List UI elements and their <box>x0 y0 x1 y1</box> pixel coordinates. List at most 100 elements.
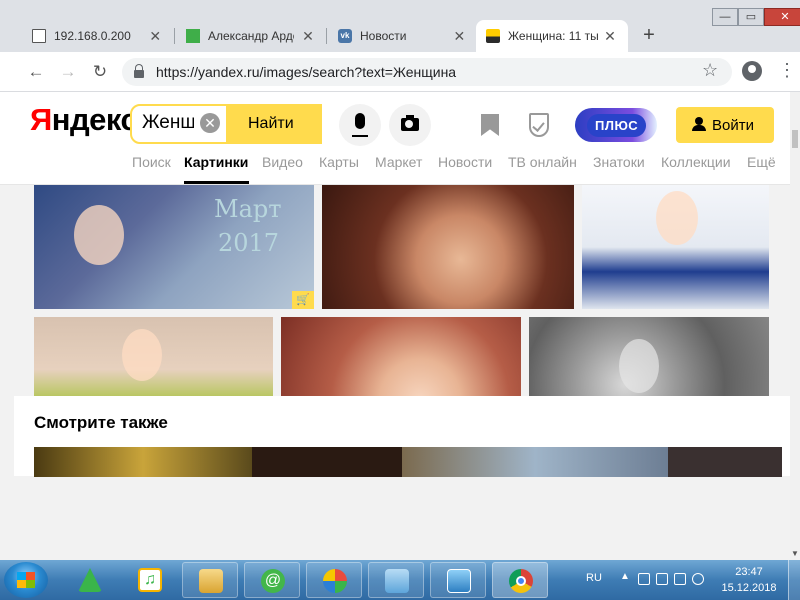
tab-person[interactable]: Александр Ардо ✕ <box>176 20 326 52</box>
user-icon <box>692 117 706 131</box>
address-bar[interactable]: https://yandex.ru/images/search?text=Жен… <box>122 58 732 86</box>
search-arrow <box>306 104 320 144</box>
lock-icon <box>134 64 144 78</box>
forward-icon[interactable]: → <box>56 60 80 84</box>
service-news[interactable]: Новости <box>438 154 492 170</box>
image-search-button[interactable] <box>389 104 431 146</box>
windows-taskbar: ♫ @ RU ▲ 23:47 15.12.2018 <box>0 560 800 600</box>
music-icon: ♫ <box>138 568 162 592</box>
service-tv[interactable]: ТВ онлайн <box>508 154 577 170</box>
tab-title: Новости <box>360 29 407 43</box>
tab-images-active[interactable]: Женщина: 11 ты ✕ <box>476 20 628 52</box>
service-images[interactable]: Картинки <box>184 154 248 170</box>
safely-remove-icon[interactable] <box>638 573 650 585</box>
scroll-down-icon[interactable]: ▼ <box>791 549 799 558</box>
result-image[interactable]: Март 2017 🛒 <box>34 185 314 309</box>
clock-date[interactable]: 15.12.2018 <box>718 582 780 594</box>
shield-icon[interactable] <box>529 113 549 137</box>
tab-router[interactable]: 192.168.0.200 ✕ <box>22 20 172 52</box>
cart-icon[interactable]: 🛒 <box>292 291 314 309</box>
menu-icon[interactable]: ⋮ <box>778 60 796 81</box>
see-also-title: Смотрите также <box>34 413 168 432</box>
taskbar-app[interactable]: @ <box>244 562 300 598</box>
page-scrollbar[interactable]: ▼ <box>790 92 800 560</box>
taskbar-app-active[interactable] <box>492 562 548 598</box>
service-more[interactable]: Ещё <box>747 154 776 170</box>
plus-button[interactable]: ПЛЮС <box>575 108 657 142</box>
image-caption: 2017 <box>218 229 280 257</box>
control-panel-icon <box>447 569 471 593</box>
notepad-icon <box>385 569 409 593</box>
android-icon <box>78 568 102 592</box>
close-window-button[interactable]: ✕ <box>764 8 800 26</box>
tab-strip: — ▭ ✕ 192.168.0.200 ✕ Александр Ардо ✕ v… <box>0 0 800 52</box>
camera-icon <box>401 115 419 131</box>
clear-icon[interactable]: ✕ <box>200 113 220 133</box>
back-icon[interactable]: ← <box>24 60 48 84</box>
yandex-logo[interactable]: Яндекс <box>30 102 138 138</box>
image-caption: Март <box>214 195 282 223</box>
result-image[interactable] <box>322 185 574 309</box>
page-content: Яндекс ✕ Найти ПЛЮС Войти Поиск Картинки… <box>0 92 790 560</box>
result-image[interactable] <box>582 185 769 309</box>
microphone-icon <box>352 113 368 137</box>
service-collections[interactable]: Коллекции <box>661 154 731 170</box>
collections-bookmark-icon[interactable] <box>481 114 499 136</box>
language-indicator[interactable]: RU <box>586 572 602 584</box>
url-text: https://yandex.ru/images/search?text=Жен… <box>156 64 457 80</box>
close-icon[interactable]: ✕ <box>602 28 618 45</box>
close-icon[interactable]: ✕ <box>149 28 163 45</box>
show-desktop-button[interactable] <box>788 560 800 600</box>
chrome-icon <box>509 569 533 593</box>
taskbar-app[interactable] <box>182 562 238 598</box>
service-maps[interactable]: Карты <box>319 154 359 170</box>
see-also-section: Смотрите также <box>14 396 790 477</box>
login-button[interactable]: Войти <box>676 107 774 143</box>
service-market[interactable]: Маркет <box>375 154 422 170</box>
minimize-button[interactable]: — <box>712 8 738 26</box>
service-search[interactable]: Поиск <box>132 154 171 170</box>
bookmark-star-icon[interactable]: ☆ <box>702 60 718 81</box>
tab-title: 192.168.0.200 <box>54 29 131 43</box>
taskbar-app[interactable] <box>368 562 424 598</box>
document-icon <box>32 29 46 43</box>
maximize-button[interactable]: ▭ <box>738 8 764 26</box>
related-image[interactable] <box>402 447 668 477</box>
network-icon[interactable] <box>656 573 668 585</box>
taskbar-app[interactable] <box>430 562 486 598</box>
browser-window: — ▭ ✕ 192.168.0.200 ✕ Александр Ардо ✕ v… <box>0 0 800 560</box>
image-results: Март 2017 🛒 <box>0 185 790 560</box>
reload-icon[interactable]: ↻ <box>88 60 112 84</box>
green-square-icon <box>186 29 200 43</box>
related-image[interactable] <box>252 447 402 477</box>
voice-search-button[interactable] <box>339 104 381 146</box>
close-icon[interactable]: ✕ <box>300 28 316 45</box>
scroll-thumb[interactable] <box>792 130 798 148</box>
new-tab-button[interactable]: + <box>638 24 660 47</box>
close-icon[interactable]: ✕ <box>453 28 466 45</box>
services-nav: Поиск Картинки Видео Карты Маркет Новост… <box>0 154 790 184</box>
vk-icon: vk <box>338 29 352 43</box>
action-center-flag-icon[interactable] <box>674 573 686 585</box>
related-image[interactable] <box>668 447 782 477</box>
taskbar-app[interactable] <box>62 562 118 598</box>
search-form: ✕ Найти <box>130 104 322 144</box>
volume-icon[interactable] <box>692 573 704 585</box>
related-image[interactable] <box>34 447 252 477</box>
login-label: Войти <box>712 116 754 134</box>
clock-time[interactable]: 23:47 <box>727 566 771 578</box>
tab-news[interactable]: vk Новости ✕ <box>328 20 476 52</box>
taskbar-app[interactable] <box>306 562 362 598</box>
tray-expand-icon[interactable]: ▲ <box>620 571 630 582</box>
explorer-icon <box>199 569 223 593</box>
tab-title: Женщина: 11 ты <box>508 29 599 43</box>
mail-agent-icon: @ <box>261 569 285 593</box>
taskbar-app[interactable]: ♫ <box>122 562 178 598</box>
profile-icon[interactable] <box>742 61 762 81</box>
service-video[interactable]: Видео <box>262 154 303 170</box>
service-experts[interactable]: Знатоки <box>593 154 645 170</box>
paint-icon <box>323 569 347 593</box>
start-button[interactable] <box>4 562 48 598</box>
browser-toolbar: ← → ↻ https://yandex.ru/images/search?te… <box>0 52 800 92</box>
search-input[interactable] <box>142 113 194 133</box>
